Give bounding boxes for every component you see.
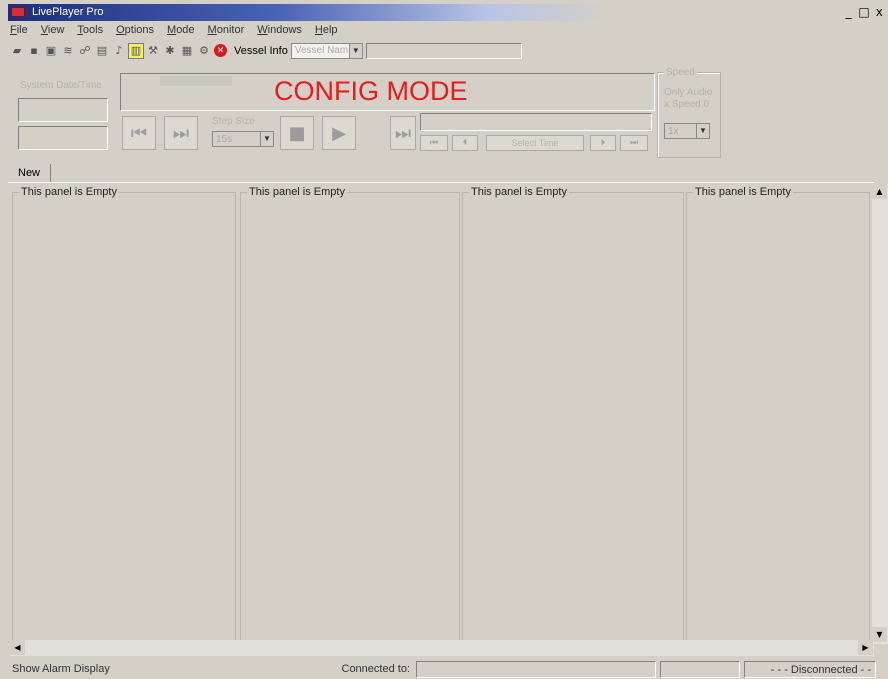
panel-title: This panel is Empty (19, 186, 119, 198)
toolbar: ▰ ▪ ▣ ≋ ☍ ▤ ♪ ▥ ⚒ ✱ ▦ ⚙ ✕ Vessel Info Ve… (10, 42, 522, 59)
time-position-field (420, 113, 652, 131)
speed-combo[interactable]: 1x ▼ (664, 123, 710, 139)
audio-icon[interactable]: ♪ (112, 44, 126, 58)
step-size-label: Step Size (212, 116, 255, 127)
select-time-button[interactable]: Select Time (486, 135, 584, 151)
chart-icon[interactable]: ▥ (128, 42, 144, 59)
speed-label: Speed (664, 67, 697, 78)
system-time-field (18, 126, 108, 150)
grid-icon[interactable]: ▦ (180, 44, 194, 58)
window-title: LivePlayer Pro (32, 6, 104, 18)
menu-monitor[interactable]: Monitor (208, 24, 245, 39)
minimize-button[interactable]: _ (842, 6, 855, 20)
maximize-button[interactable]: □ (857, 6, 870, 20)
panel-1: This panel is Empty (12, 186, 236, 642)
menu-options[interactable]: Options (116, 24, 154, 39)
chevron-down-icon[interactable]: ▼ (348, 43, 362, 58)
vertical-scrollbar[interactable]: ▲ ▼ (872, 184, 888, 644)
channels-icon[interactable]: ≋ (61, 44, 75, 58)
speed-value: 1x (668, 125, 679, 137)
panel-title: This panel is Empty (247, 186, 347, 198)
system-datetime-label: System Date/Time (20, 80, 102, 91)
scroll-down-icon[interactable]: ▼ (872, 627, 887, 642)
vessel-info-label: Vessel Info (234, 44, 288, 57)
vessel-info-field (365, 42, 522, 59)
skip-start-button[interactable]: ⏮ (122, 116, 156, 150)
step-size-combo[interactable]: 15s ▼ (212, 131, 274, 147)
alarm-icon[interactable]: ✱ (163, 44, 177, 58)
stop-icon[interactable]: ✕ (214, 44, 227, 57)
menu-windows[interactable]: Windows (257, 24, 302, 39)
menu-tools[interactable]: Tools (77, 24, 103, 39)
menu-bar: File View Tools Options Mode Monitor Win… (10, 24, 338, 39)
info-display-tab (160, 76, 232, 86)
jump-end-button[interactable]: ⏭ (390, 116, 416, 150)
panel-title: This panel is Empty (469, 186, 569, 198)
status-connected-value (416, 661, 656, 678)
panel-area: This panel is Empty This panel is Empty … (8, 184, 870, 642)
panel-4: This panel is Empty (686, 186, 870, 642)
rewind-fast-button[interactable]: ⏮ (420, 135, 448, 151)
play-button[interactable]: ▶ (322, 116, 356, 150)
scroll-left-icon[interactable]: ◀ (10, 640, 25, 655)
menu-mode[interactable]: Mode (167, 24, 195, 39)
panel-2: This panel is Empty (240, 186, 460, 642)
status-connected-label: Connected to: (341, 663, 411, 675)
vessel-name-value: Vessel Nam (294, 45, 349, 56)
system-date-field (18, 98, 108, 122)
open-folder-icon[interactable]: ▰ (10, 44, 24, 58)
status-empty-cell (660, 661, 740, 678)
settings-icon[interactable]: ⚙ (197, 44, 211, 58)
step-size-value: 15s (216, 133, 233, 145)
tab-new[interactable]: New (8, 164, 52, 182)
tab-divider (8, 182, 874, 183)
system-datetime-group: System Date/Time (18, 76, 112, 154)
status-alarm-display[interactable]: Show Alarm Display (8, 661, 328, 678)
panel-3: This panel is Empty (462, 186, 684, 642)
status-connection: - - - Disconnected - - (744, 661, 876, 678)
window-controls: _ □ x (842, 6, 886, 20)
speed-option-audio[interactable]: Only Audio (664, 87, 712, 98)
scroll-up-icon[interactable]: ▲ (872, 184, 887, 199)
panel-title: This panel is Empty (693, 186, 793, 198)
app-icon (11, 7, 25, 17)
speed-group: Speed Only Audio x Speed 0 1x ▼ (657, 67, 721, 158)
save-icon[interactable]: ▪ (27, 44, 41, 58)
stop-button[interactable]: ■ (280, 116, 314, 150)
scroll-right-icon[interactable]: ▶ (858, 640, 873, 655)
monitor-icon[interactable]: ▣ (44, 44, 58, 58)
title-bar: LivePlayer Pro (8, 4, 608, 21)
close-button[interactable]: x (873, 6, 886, 20)
chevron-down-icon[interactable]: ▼ (696, 124, 709, 138)
status-bar: Show Alarm Display Connected to: - - - D… (0, 661, 888, 679)
step-forward-button[interactable]: ⏭ (164, 116, 198, 150)
menu-help[interactable]: Help (315, 24, 338, 39)
menu-view[interactable]: View (41, 24, 65, 39)
rewind-button[interactable]: ⏴ (452, 135, 478, 151)
chevron-down-icon[interactable]: ▼ (260, 132, 273, 146)
forward-button[interactable]: ⏵ (590, 135, 616, 151)
network-icon[interactable]: ☍ (78, 44, 92, 58)
forward-fast-button[interactable]: ⏭ (620, 135, 648, 151)
menu-file[interactable]: File (10, 24, 28, 39)
vessel-name-combo[interactable]: Vessel Nam ▼ (290, 42, 363, 59)
mode-banner: CONFIG MODE (274, 76, 468, 106)
speed-option-x[interactable]: x Speed 0 (664, 99, 709, 110)
horizontal-scrollbar[interactable]: ◀ ▶ (10, 640, 874, 656)
tools-icon[interactable]: ⚒ (146, 44, 160, 58)
device-icon[interactable]: ▤ (95, 44, 109, 58)
